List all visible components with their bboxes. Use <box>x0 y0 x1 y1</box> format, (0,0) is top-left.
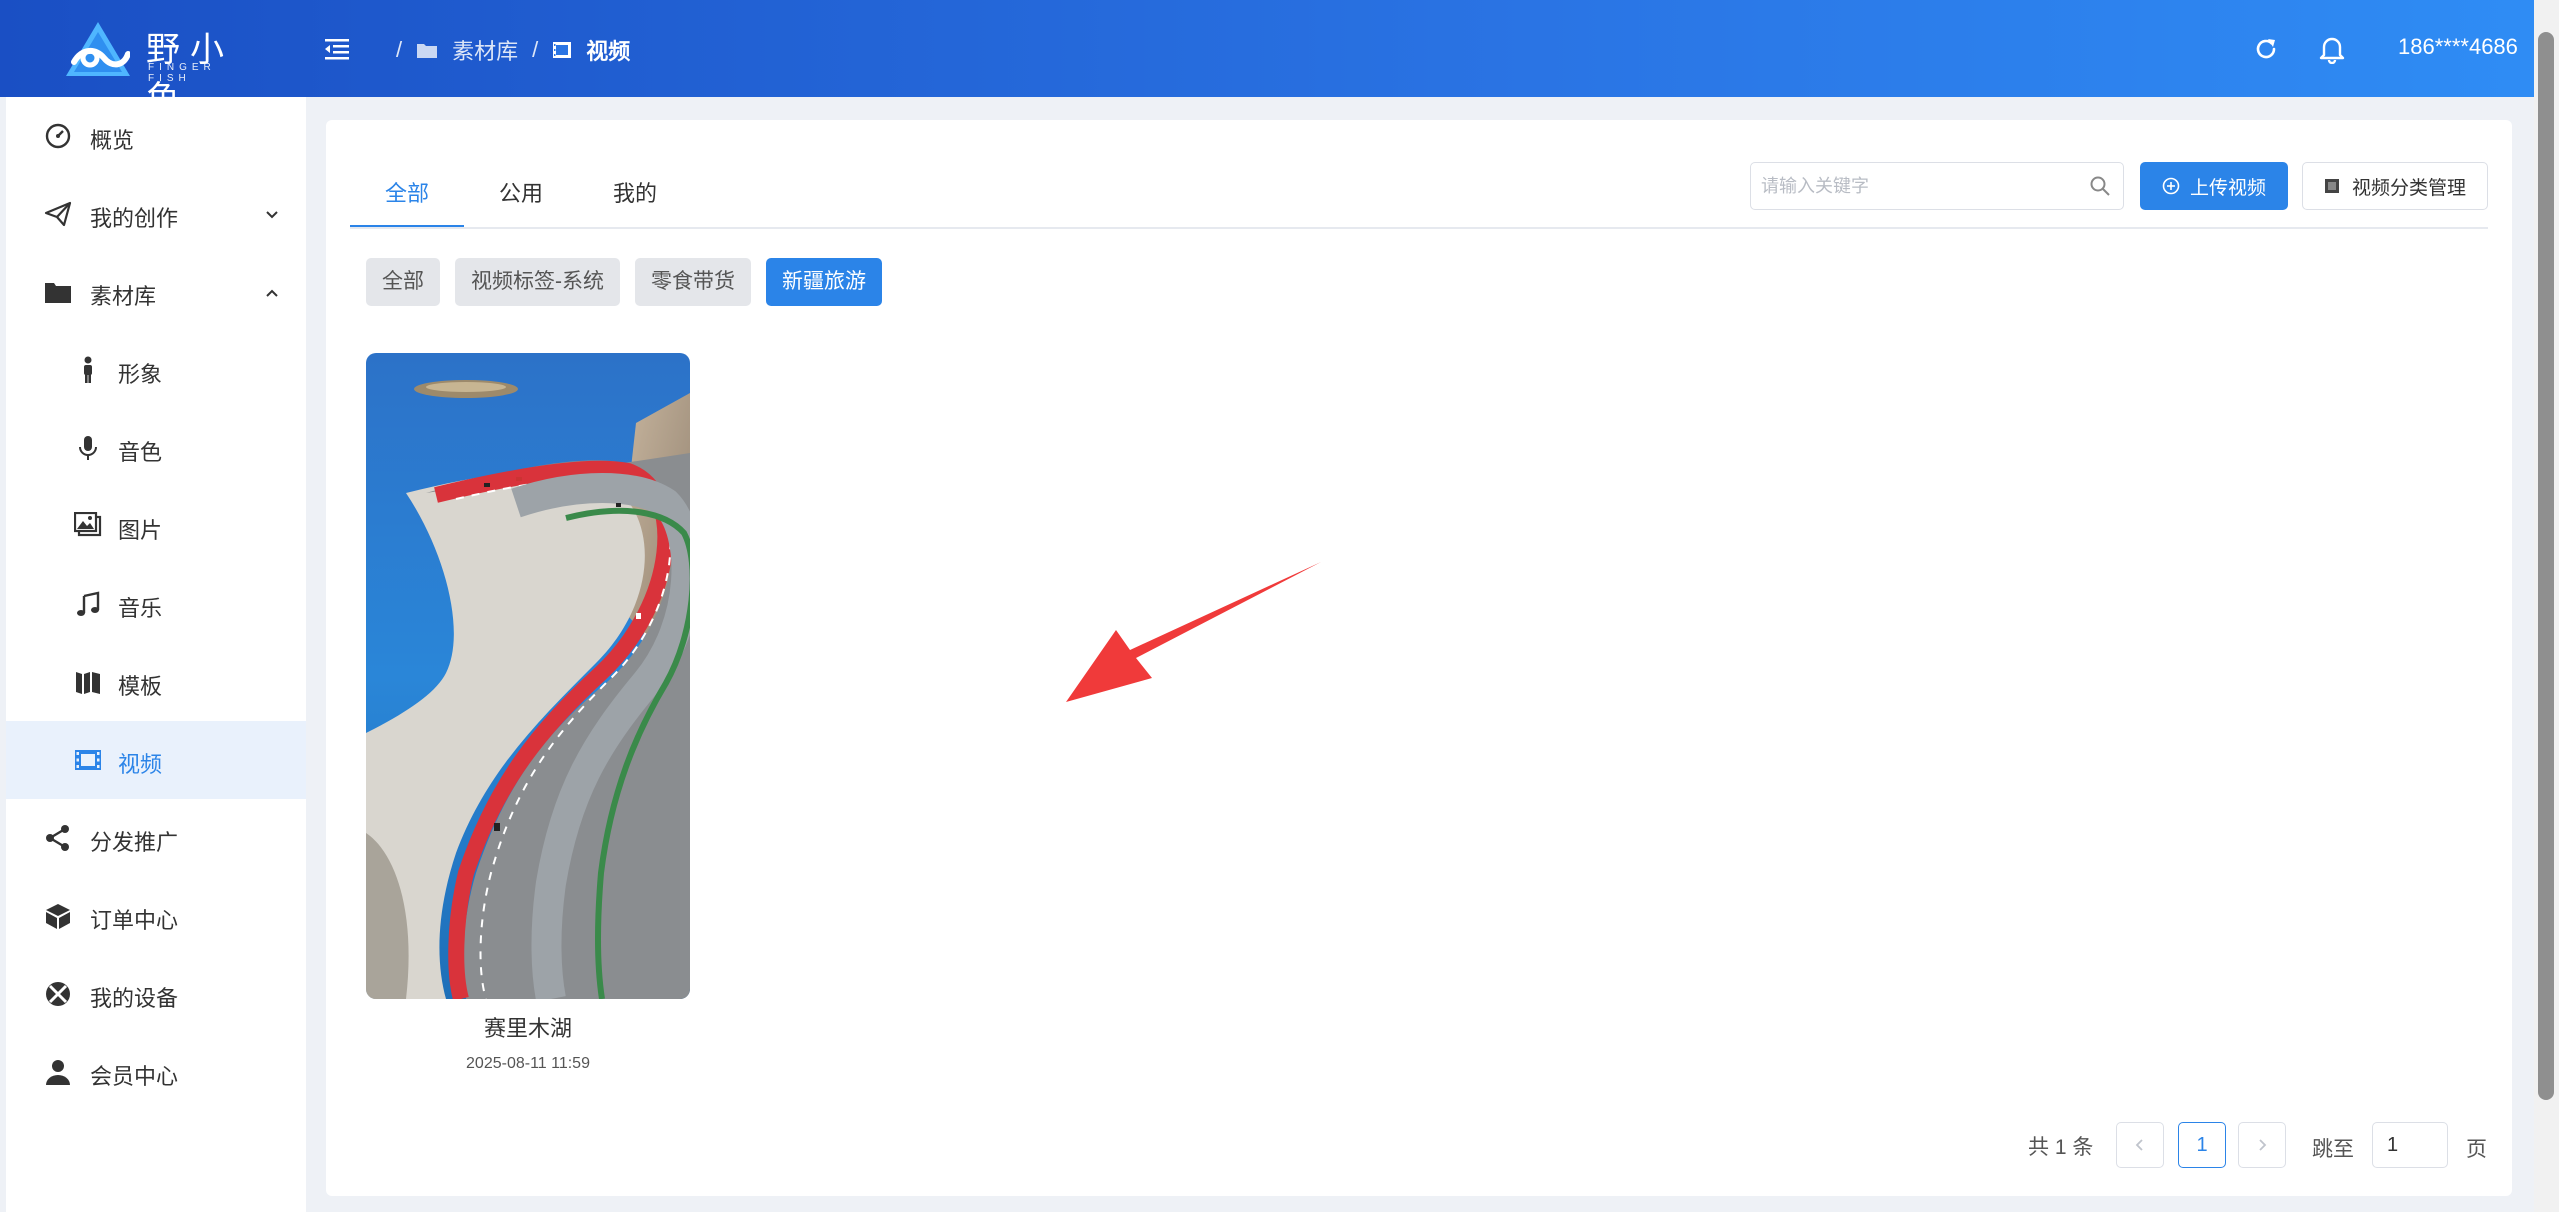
film-icon <box>75 750 101 770</box>
breadcrumb-item-video: 视频 <box>552 34 630 66</box>
search-icon[interactable] <box>2089 175 2111 197</box>
image-icon <box>74 512 102 537</box>
sidebar-item-templates[interactable]: 模板 <box>6 643 306 721</box>
template-icon <box>76 672 100 694</box>
sidebar: 概览 我的创作 素材库 形象 音色 图片 音乐 模板 视频 分发推广 订单中心 … <box>6 97 306 1212</box>
breadcrumb-separator: / <box>396 37 403 62</box>
sidebar-item-avatar[interactable]: 形象 <box>6 331 306 409</box>
tag-chip-system[interactable]: 视频标签-系统 <box>455 258 620 306</box>
box-icon <box>46 904 70 929</box>
top-header: 野小鱼 FINGER FISH / 素材库 / 视频 <box>0 0 2559 119</box>
main-panel: 全部 公用 我的 上传视频 视频分类管理 全部 视频标签-系统 零食带货 新疆旅… <box>326 120 2512 1196</box>
sidebar-item-label: 概览 <box>90 128 135 153</box>
tab-all[interactable]: 全部 <box>350 158 464 228</box>
page-suffix-label: 页 <box>2466 1138 2487 1161</box>
sidebar-item-label: 模板 <box>118 674 163 699</box>
chevron-down-icon <box>266 211 278 219</box>
tag-chip-all[interactable]: 全部 <box>366 258 440 306</box>
next-page-button[interactable] <box>2238 1122 2286 1168</box>
breadcrumb: / 素材库 / 视频 <box>392 34 630 66</box>
sidebar-item-overview[interactable]: 概览 <box>6 97 306 175</box>
share-icon <box>46 825 69 851</box>
chevron-up-icon <box>266 289 278 297</box>
sidebar-item-video[interactable]: 视频 <box>6 721 306 799</box>
film-icon <box>553 42 572 58</box>
sidebar-item-label: 图片 <box>118 518 163 543</box>
sidebar-item-label: 订单中心 <box>90 908 179 933</box>
pagination-total: 共 1 条 <box>2028 1136 2094 1159</box>
user-icon <box>46 1060 70 1085</box>
logo-mark-icon <box>66 22 130 76</box>
sidebar-item-label: 形象 <box>118 362 163 387</box>
breadcrumb-item-library[interactable]: 素材库 <box>416 34 518 66</box>
sidebar-item-label: 素材库 <box>90 284 157 309</box>
tab-public[interactable]: 公用 <box>464 158 578 228</box>
chevron-right-icon <box>2259 1139 2267 1151</box>
tab-mine[interactable]: 我的 <box>578 158 692 228</box>
sidebar-item-devices[interactable]: 我的设备 <box>6 955 306 1033</box>
page-number-button[interactable]: 1 <box>2178 1122 2226 1168</box>
notification-bell-icon[interactable] <box>2318 34 2346 64</box>
microphone-icon <box>79 436 97 460</box>
sidebar-item-label: 视频 <box>118 752 163 777</box>
sidebar-item-label: 音乐 <box>118 596 163 621</box>
video-category-label: 视频分类管理 <box>2351 177 2466 199</box>
jump-to-label: 跳至 <box>2312 1138 2354 1161</box>
annotation-arrow-icon <box>1066 562 1321 702</box>
pagination: 共 1 条 1 跳至 页 <box>326 1120 2512 1170</box>
sidebar-item-label: 我的设备 <box>90 986 179 1011</box>
sidebar-item-my-creations[interactable]: 我的创作 <box>6 175 306 253</box>
sidebar-item-label: 我的创作 <box>90 206 179 231</box>
search-box <box>1750 162 2124 210</box>
video-title: 赛里木湖 <box>483 1016 572 1041</box>
sidebar-item-material-library[interactable]: 素材库 <box>6 253 306 331</box>
sidebar-item-orders[interactable]: 订单中心 <box>6 877 306 955</box>
sidebar-item-label: 音色 <box>118 440 163 465</box>
sidebar-item-voice[interactable]: 音色 <box>6 409 306 487</box>
folder-icon <box>45 283 71 303</box>
sidebar-item-images[interactable]: 图片 <box>6 487 306 565</box>
breadcrumb-separator: / <box>532 37 539 62</box>
device-icon <box>46 982 70 1006</box>
refresh-icon[interactable] <box>2252 35 2280 63</box>
sidebar-item-music[interactable]: 音乐 <box>6 565 306 643</box>
sidebar-item-label: 会员中心 <box>90 1064 179 1089</box>
plus-circle-icon <box>2162 177 2180 195</box>
sidebar-item-membership[interactable]: 会员中心 <box>6 1033 306 1111</box>
tag-chip-snacks[interactable]: 零食带货 <box>635 258 751 306</box>
menu-collapse-icon[interactable] <box>322 34 352 64</box>
film-icon <box>2324 179 2339 193</box>
tag-filter-bar: 全部 视频标签-系统 零食带货 新疆旅游 <box>366 258 897 306</box>
video-category-button[interactable]: 视频分类管理 <box>2302 162 2488 210</box>
tag-chip-xinjiang[interactable]: 新疆旅游 <box>766 258 882 306</box>
breadcrumb-label: 素材库 <box>452 39 519 64</box>
prev-page-button[interactable] <box>2116 1122 2164 1168</box>
tab-bar: 全部 公用 我的 <box>350 158 692 228</box>
logo-subtext: FINGER FISH <box>148 62 216 84</box>
tabs-divider <box>350 227 2488 229</box>
dashboard-icon <box>45 123 71 149</box>
paper-plane-icon <box>44 201 72 227</box>
music-icon <box>77 591 100 616</box>
video-date: 2025-08-11 11:59 <box>466 1055 590 1072</box>
video-card[interactable]: 赛里木湖 2025-08-11 11:59 <box>366 353 690 1073</box>
sidebar-item-label: 分发推广 <box>90 830 179 855</box>
chevron-left-icon <box>2135 1139 2143 1151</box>
breadcrumb-label: 视频 <box>586 39 631 64</box>
video-thumbnail[interactable] <box>366 353 690 999</box>
user-account[interactable]: 186****4686 <box>2398 34 2518 60</box>
upload-video-button[interactable]: 上传视频 <box>2140 162 2288 210</box>
scrollbar-thumb[interactable] <box>2538 32 2554 1100</box>
jump-page-input[interactable] <box>2372 1122 2448 1168</box>
logo[interactable]: 野小鱼 FINGER FISH <box>66 20 256 119</box>
person-icon <box>84 356 92 383</box>
sidebar-item-distribution[interactable]: 分发推广 <box>6 799 306 877</box>
folder-icon <box>417 44 438 58</box>
upload-video-label: 上传视频 <box>2189 177 2266 199</box>
search-input[interactable] <box>1761 171 2061 201</box>
